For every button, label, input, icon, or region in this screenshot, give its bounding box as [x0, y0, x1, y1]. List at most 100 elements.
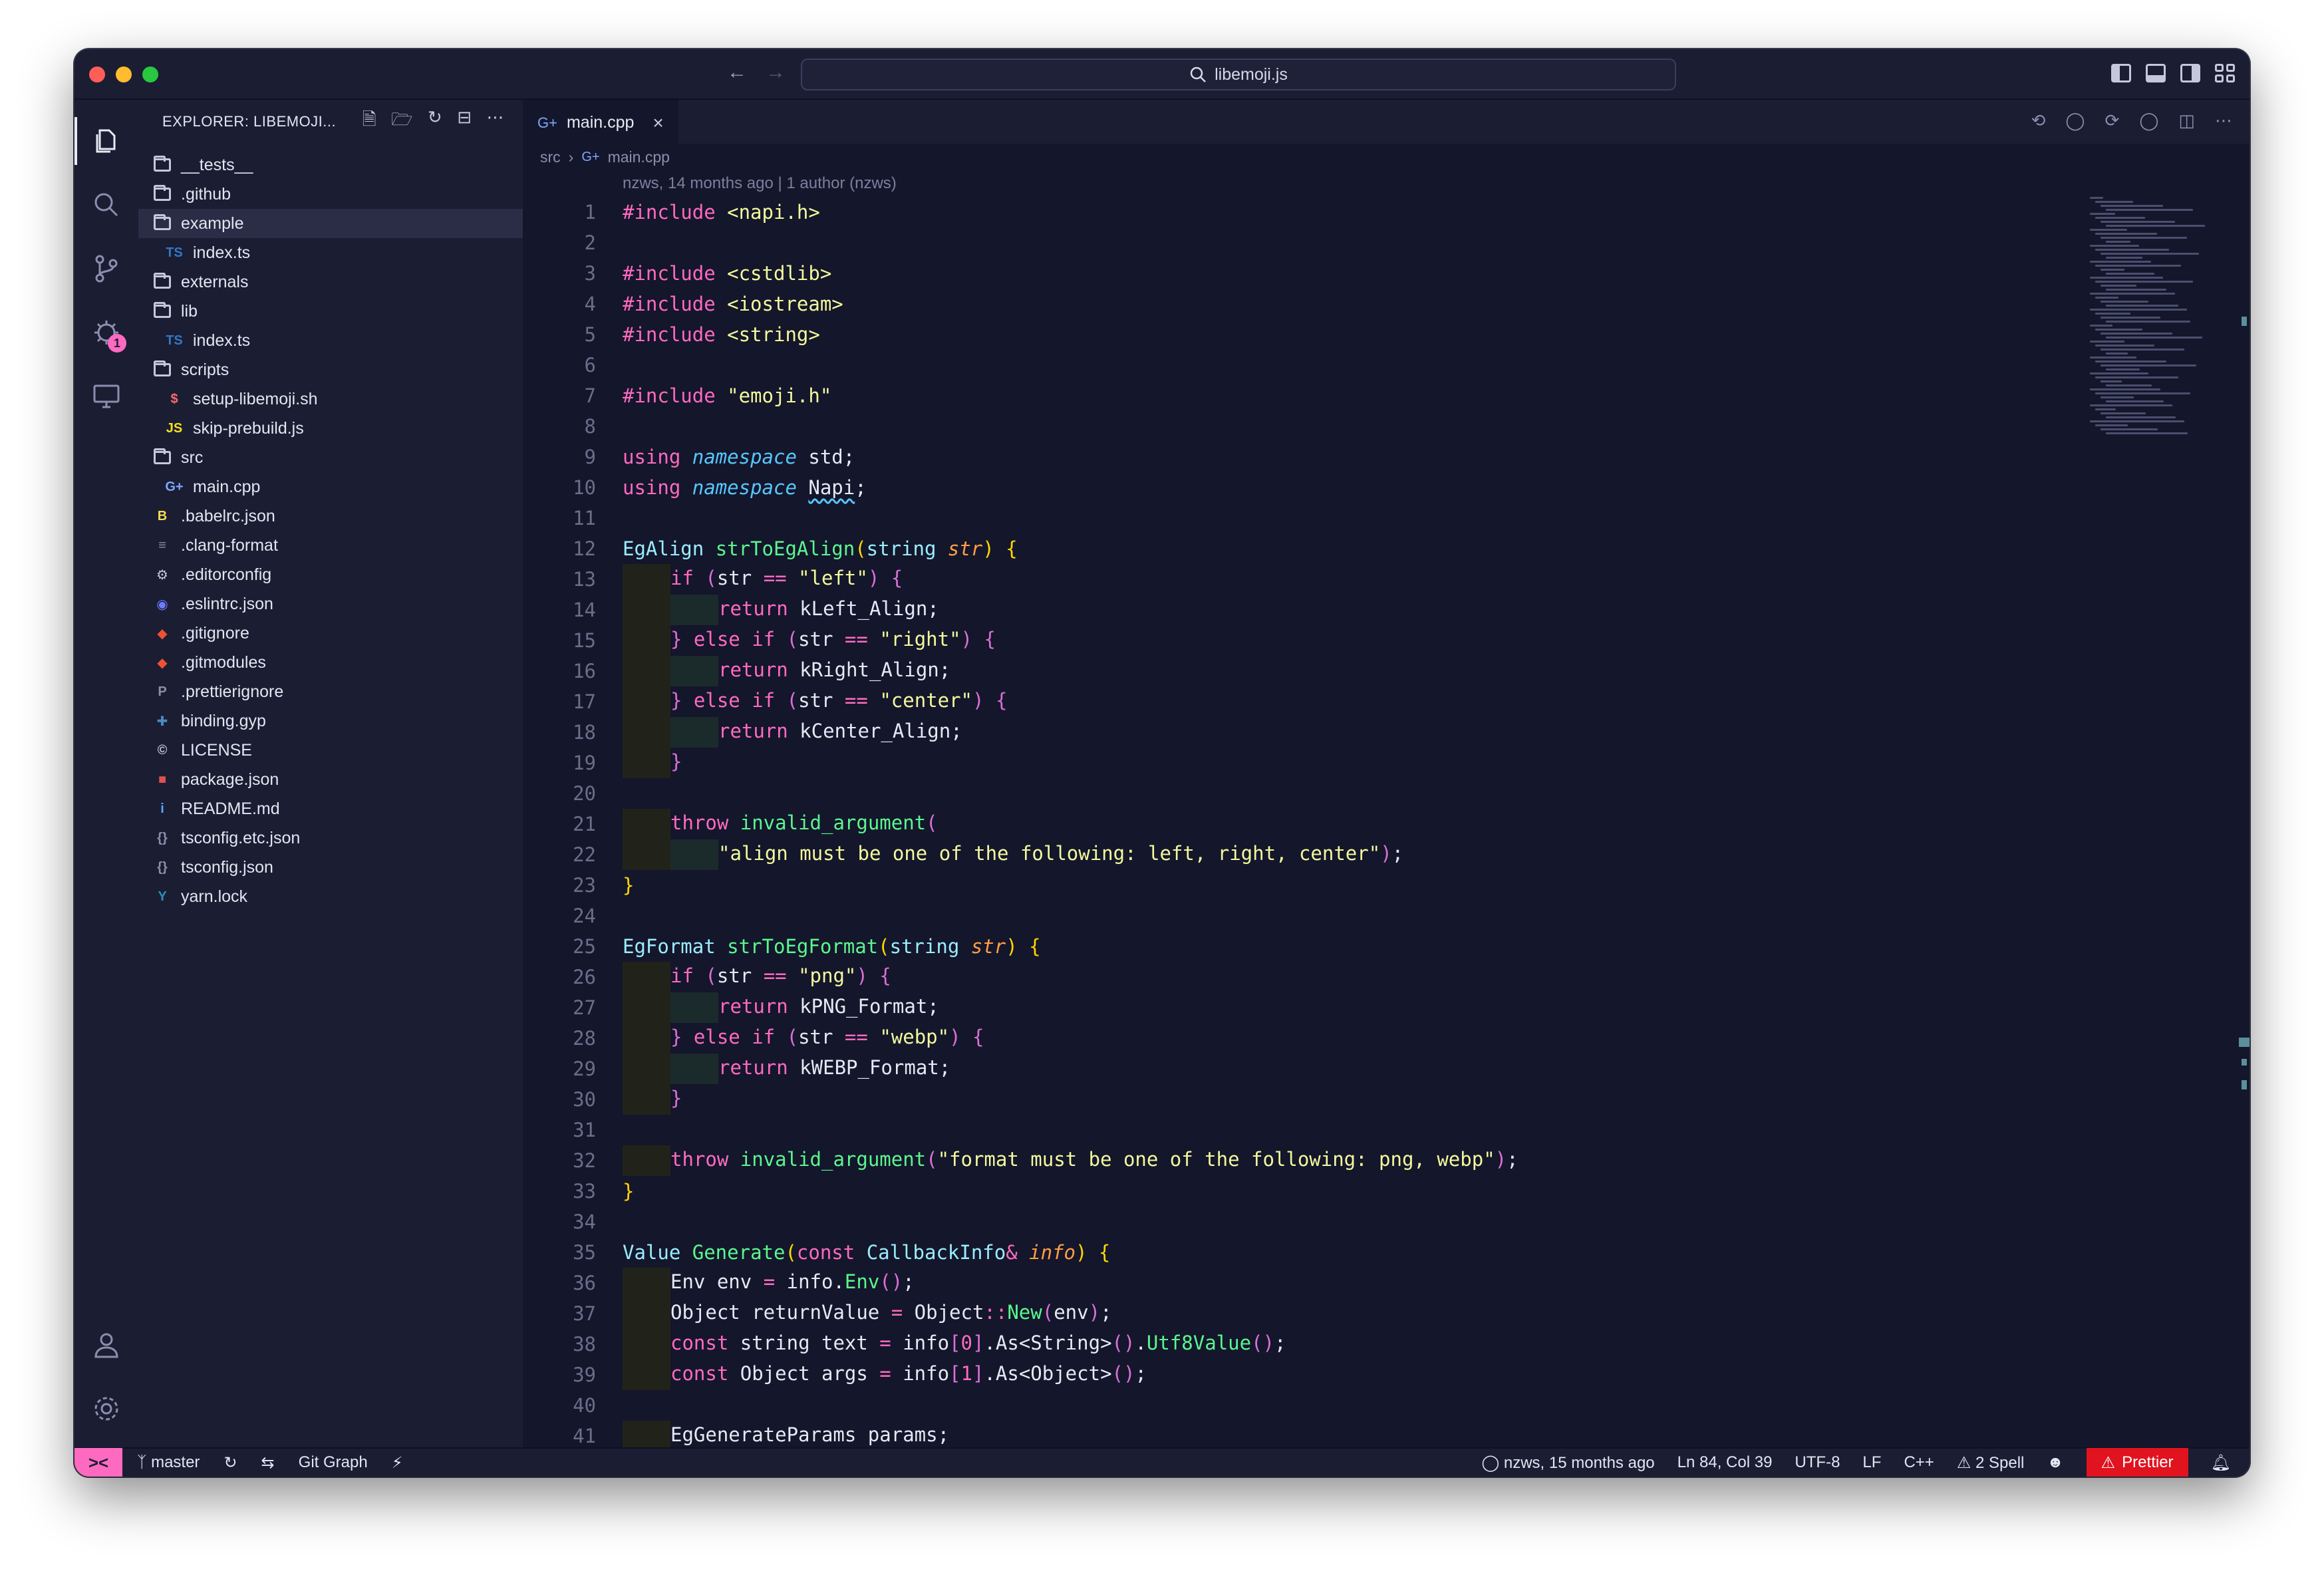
accounts-activity[interactable] — [74, 1313, 138, 1377]
git-history-icon[interactable]: ◯ — [2139, 110, 2158, 131]
file-item[interactable]: G+ main.cpp — [138, 472, 523, 501]
file-item[interactable]: ■ package.json — [138, 765, 523, 794]
code-token: namespace — [692, 446, 797, 468]
command-center-search[interactable]: libemoji.js — [801, 59, 1676, 90]
file-item[interactable]: i README.md — [138, 794, 523, 823]
line-content: } else if (str == "right") { — [596, 625, 996, 656]
toggle-secondary-sidebar-icon[interactable] — [2180, 64, 2200, 82]
go-back-icon[interactable]: ⟲ — [2031, 110, 2046, 131]
toggle-panel-icon[interactable] — [2146, 64, 2166, 82]
extensions-activity[interactable]: 1 — [74, 301, 138, 364]
line-number: 21 — [573, 813, 596, 835]
forward-arrow-icon[interactable]: → — [765, 61, 786, 84]
branch-item[interactable]: ᛉ master — [137, 1453, 200, 1472]
back-arrow-icon[interactable]: ← — [726, 61, 748, 84]
tree-item-label: index.ts — [193, 243, 251, 262]
manage-activity[interactable] — [74, 1377, 138, 1441]
line-number: 10 — [573, 476, 596, 499]
code-token: == — [844, 628, 868, 650]
code-editor[interactable]: 1 #include <napi.h> 2 3 #include <cstdlib> 4 #… — [523, 197, 2250, 1447]
file-item[interactable]: P .prettierignore — [138, 677, 523, 706]
minimap-line — [2090, 357, 2136, 358]
file-item[interactable]: © LICENSE — [138, 736, 523, 765]
file-item[interactable]: ◆ .gitmodules — [138, 648, 523, 677]
customize-layout-icon[interactable] — [2215, 64, 2235, 82]
lightning-icon[interactable]: ⚡︎ — [392, 1453, 403, 1473]
git-branch-icon: ᛉ — [137, 1453, 152, 1471]
code-token: <string> — [727, 323, 820, 346]
tree-item-label: binding.gyp — [181, 711, 266, 730]
file-item[interactable]: ≡ .clang-format — [138, 531, 523, 560]
minimap[interactable] — [2090, 197, 2210, 476]
previous-change-icon[interactable]: ◯ — [2065, 110, 2085, 131]
file-item[interactable]: Yyarn.lock — [138, 882, 523, 911]
file-item[interactable]: TS index.ts — [138, 326, 523, 355]
file-item[interactable]: {} tsconfig.json — [138, 853, 523, 882]
new-file-icon[interactable]: 🗎 — [363, 107, 376, 136]
source-control-activity[interactable] — [74, 237, 138, 301]
file-item[interactable]: JS skip-prebuild.js — [138, 414, 523, 443]
code-token: "format must be one of the following: pn… — [937, 1148, 1495, 1171]
overview-ruler[interactable] — [2239, 197, 2250, 1447]
folder-item[interactable]: .github — [138, 180, 523, 209]
prettier-status[interactable]: ⚠ Prettier — [2086, 1448, 2188, 1477]
breadcrumb-src[interactable]: src — [540, 148, 561, 166]
more-actions-icon[interactable]: ⋯ — [2215, 110, 2232, 131]
end-of-line[interactable]: LF — [1862, 1453, 1881, 1472]
copilot-icon[interactable]: ☻ — [2047, 1453, 2063, 1472]
code-token: info — [891, 1362, 950, 1385]
bell-icon[interactable]: 🔔︎ — [2211, 1453, 2231, 1473]
git-compare-icon[interactable]: ⇆ — [261, 1453, 275, 1473]
remote-indicator-button[interactable]: >< — [74, 1448, 122, 1477]
tab-main-cpp[interactable]: G+ main.cpp × — [523, 100, 678, 144]
close-window-button[interactable] — [89, 67, 105, 82]
language-mode[interactable]: C++ — [1904, 1453, 1934, 1472]
split-editor-icon[interactable]: ◫ — [2178, 110, 2195, 131]
file-item[interactable]: ◆ .gitignore — [138, 619, 523, 648]
folder-icon — [153, 302, 172, 321]
collapse-all-icon[interactable]: ⊟ — [457, 107, 472, 136]
explorer-activity[interactable] — [74, 109, 138, 173]
refresh-icon[interactable]: ↻ — [428, 107, 442, 136]
file-item[interactable]: ✚ binding.gyp — [138, 706, 523, 736]
encoding[interactable]: UTF-8 — [1795, 1453, 1840, 1472]
git-graph-button[interactable]: Git Graph — [299, 1453, 368, 1472]
folder-item[interactable]: externals — [138, 267, 523, 297]
code-token: .As<Object> — [984, 1362, 1112, 1385]
file-item[interactable]: $ setup-libemoji.sh — [138, 384, 523, 414]
shell-icon: $ — [170, 391, 178, 406]
new-folder-icon[interactable]: 🗁 — [391, 107, 413, 136]
folder-item[interactable]: scripts — [138, 355, 523, 384]
file-item[interactable]: ⚙ .editorconfig — [138, 560, 523, 589]
maximize-window-button[interactable] — [142, 67, 158, 82]
code-token: #include — [623, 323, 728, 346]
indent-guide — [623, 1298, 670, 1329]
toggle-primary-sidebar-icon[interactable] — [2111, 64, 2131, 82]
close-icon[interactable]: × — [653, 112, 663, 134]
file-item[interactable]: {} tsconfig.etc.json — [138, 823, 523, 853]
next-change-icon[interactable]: ⟳ — [2105, 110, 2120, 131]
folder-item[interactable]: lib — [138, 297, 523, 326]
codelens-blame[interactable]: nzws, 14 months ago | 1 author (nzws) — [523, 170, 2250, 197]
code-token: () — [1251, 1332, 1274, 1354]
folder-item[interactable]: __tests__ — [138, 150, 523, 180]
file-item[interactable]: B .babelrc.json — [138, 501, 523, 531]
folder-item[interactable]: example — [138, 209, 523, 238]
file-item[interactable]: TS index.ts — [138, 238, 523, 267]
minimize-window-button[interactable] — [116, 67, 132, 82]
code-token: return — [718, 597, 800, 620]
breadcrumb-file[interactable]: main.cpp — [608, 148, 670, 166]
cursor-position[interactable]: Ln 84, Col 39 — [1677, 1453, 1773, 1472]
spell-item[interactable]: ⚠ 2 Spell — [1957, 1453, 2025, 1473]
sync-icon[interactable]: ↻ — [223, 1453, 237, 1473]
minimap-line — [2101, 428, 2158, 430]
folder-item[interactable]: src — [138, 443, 523, 472]
blame-item[interactable]: ◯ nzws, 15 months ago — [1481, 1453, 1654, 1473]
file-item[interactable]: ◉ .eslintrc.json — [138, 589, 523, 619]
remote-explorer-activity[interactable] — [74, 364, 138, 428]
info-icon: i — [160, 801, 164, 816]
more-actions-icon[interactable]: ⋯ — [487, 107, 505, 136]
chevron-right-icon: › — [568, 148, 574, 166]
search-activity[interactable] — [74, 173, 138, 237]
